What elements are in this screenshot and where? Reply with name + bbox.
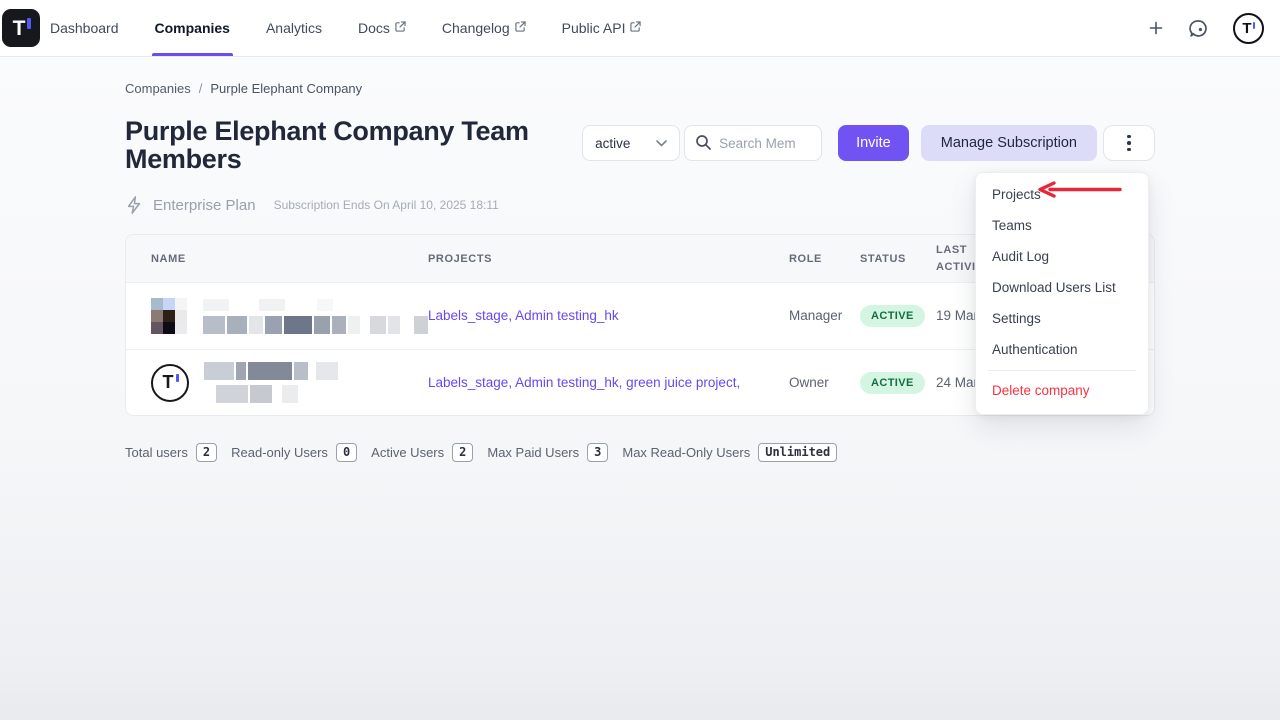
avatar-logo-tick [1253, 22, 1256, 29]
menu-item-audit-log[interactable]: Audit Log [976, 241, 1148, 272]
user-stats-row: Total users2 Read-only Users0 Active Use… [125, 443, 1155, 462]
external-link-icon [515, 21, 526, 32]
breadcrumb-current-company: Purple Elephant Company [210, 81, 362, 96]
member-name-cell: T [126, 362, 428, 403]
member-role: Manager [789, 308, 842, 323]
status-filter-select[interactable]: active [582, 125, 680, 161]
breadcrumb-separator: / [199, 81, 203, 96]
nav-item-dashboard[interactable]: Dashboard [50, 0, 119, 56]
stat-value: Unlimited [758, 443, 837, 462]
menu-divider [988, 370, 1136, 371]
nav-label: Analytics [266, 20, 322, 36]
external-link-icon [395, 21, 406, 32]
member-role: Owner [789, 375, 829, 390]
redacted-name [203, 299, 430, 334]
nav-label: Changelog [442, 20, 510, 36]
nav-item-public-api[interactable]: Public API [562, 0, 642, 56]
stat-value: 3 [587, 443, 608, 462]
user-avatar-brand: T [151, 364, 189, 402]
search-box [684, 125, 822, 161]
status-badge: ACTIVE [860, 305, 925, 327]
menu-item-delete-company[interactable]: Delete company [976, 375, 1148, 406]
company-actions-menu: Projects Teams Audit Log Download Users … [975, 172, 1149, 415]
stat-total-users: Total users2 [125, 443, 217, 462]
member-project-links[interactable]: Labels_stage, Admin testing_hk, green ju… [428, 375, 740, 390]
redacted-name [204, 362, 340, 403]
stat-value: 0 [336, 443, 357, 462]
app-logo[interactable]: T [2, 9, 40, 47]
plan-name: Enterprise Plan [153, 197, 256, 214]
member-last-activity: 24 Mar [936, 375, 978, 390]
breadcrumb-companies[interactable]: Companies [125, 81, 191, 96]
nav-item-analytics[interactable]: Analytics [266, 0, 322, 56]
nav-label: Companies [155, 20, 230, 36]
app-logo-tick [27, 18, 31, 29]
avatar-logo-tick [176, 374, 179, 382]
menu-item-teams[interactable]: Teams [976, 210, 1148, 241]
col-header-status: STATUS [860, 253, 936, 265]
menu-item-settings[interactable]: Settings [976, 303, 1148, 334]
nav-label: Docs [358, 20, 390, 36]
invite-button[interactable]: Invite [838, 125, 909, 161]
stat-max-readonly-users: Max Read-Only UsersUnlimited [622, 443, 837, 462]
menu-item-download-users-list[interactable]: Download Users List [976, 272, 1148, 303]
member-name-cell [126, 298, 428, 334]
nav-label: Public API [562, 20, 626, 36]
subscription-end-note: Subscription Ends On April 10, 2025 18:1… [274, 198, 499, 212]
page-title: Purple Elephant Company Team Members [125, 117, 645, 173]
nav-label: Dashboard [50, 20, 119, 36]
breadcrumb: Companies / Purple Elephant Company [125, 57, 1155, 96]
nav-item-docs[interactable]: Docs [358, 0, 406, 56]
member-project-links[interactable]: Labels_stage, Admin testing_hk [428, 308, 619, 323]
manage-subscription-button[interactable]: Manage Subscription [921, 125, 1097, 161]
avatar-letter: T [1242, 20, 1251, 37]
stat-readonly-users: Read-only Users0 [231, 443, 357, 462]
toolbar: active Invite Manage Subscription [582, 125, 1155, 161]
search-icon [695, 134, 712, 151]
primary-nav: Dashboard Companies Analytics Docs Chang… [50, 0, 641, 56]
avatar-letter: T [163, 372, 174, 393]
nav-item-companies[interactable]: Companies [155, 0, 230, 56]
menu-item-projects[interactable]: Projects [976, 179, 1148, 210]
top-nav: T Dashboard Companies Analytics Docs Cha… [0, 0, 1280, 57]
redacted-avatar [151, 298, 187, 334]
status-filter-value: active [595, 136, 630, 151]
add-icon[interactable] [1148, 20, 1164, 36]
stat-active-users: Active Users2 [371, 443, 473, 462]
col-header-projects: PROJECTS [428, 253, 794, 265]
chat-support-icon[interactable] [1188, 18, 1209, 39]
lightning-icon [125, 195, 143, 215]
app-logo-letter: T [13, 18, 26, 39]
external-link-icon [630, 21, 641, 32]
member-last-activity: 19 Mar [936, 308, 978, 323]
stat-value: 2 [196, 443, 217, 462]
stat-max-paid-users: Max Paid Users3 [487, 443, 608, 462]
stat-value: 2 [452, 443, 473, 462]
col-header-name: NAME [126, 253, 428, 265]
chevron-down-icon [656, 140, 667, 147]
status-badge: ACTIVE [860, 372, 925, 394]
col-header-role: ROLE [789, 253, 860, 265]
nav-item-changelog[interactable]: Changelog [442, 0, 526, 56]
nav-right-actions: T [1148, 13, 1264, 44]
more-actions-button[interactable] [1103, 125, 1155, 161]
menu-item-authentication[interactable]: Authentication [976, 334, 1148, 365]
user-avatar[interactable]: T [1233, 13, 1264, 44]
